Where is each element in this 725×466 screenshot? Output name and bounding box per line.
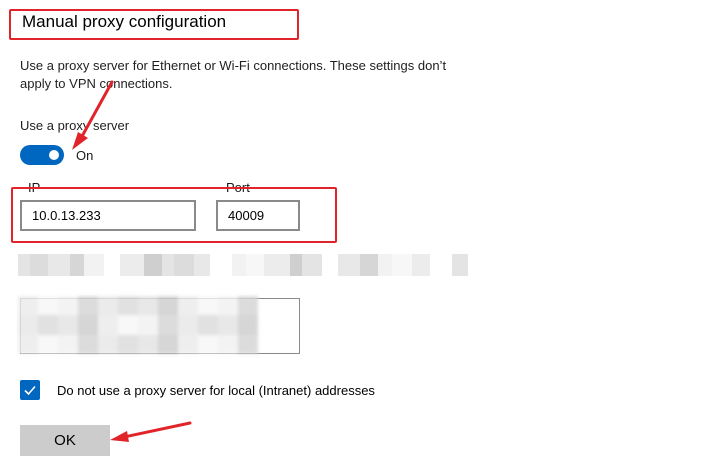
redaction-block <box>218 315 238 335</box>
redaction-block <box>98 315 118 335</box>
redacted-exceptions-label <box>18 254 474 276</box>
redaction-block <box>18 296 38 316</box>
redaction-block <box>392 254 412 276</box>
redaction-block <box>158 334 178 354</box>
proxy-toggle-state: On <box>76 148 94 163</box>
proxy-toggle-label: Use a proxy server <box>20 118 130 133</box>
redaction-block <box>238 315 258 335</box>
redaction-block <box>178 334 198 354</box>
redaction-block <box>58 315 78 335</box>
redaction-block <box>174 254 194 276</box>
redaction-block <box>138 296 158 316</box>
local-bypass-checkbox[interactable] <box>20 380 40 400</box>
redaction-block <box>238 296 258 316</box>
redaction-block <box>30 254 48 276</box>
redaction-block <box>198 296 218 316</box>
redaction-block <box>430 254 452 276</box>
redaction-block <box>48 254 70 276</box>
redaction-block <box>218 296 238 316</box>
redaction-block <box>378 254 392 276</box>
redaction-block <box>78 296 98 316</box>
redaction-block <box>38 334 58 354</box>
redaction-block <box>98 334 118 354</box>
redaction-block <box>162 254 174 276</box>
redaction-block <box>38 315 58 335</box>
redaction-block <box>178 315 198 335</box>
annotation-highlight-heading <box>9 9 299 40</box>
redaction-block <box>232 254 246 276</box>
redaction-block <box>78 315 98 335</box>
redaction-block <box>412 254 430 276</box>
redaction-block <box>18 334 38 354</box>
redaction-block <box>194 254 210 276</box>
redaction-block <box>198 334 218 354</box>
redaction-block <box>198 315 218 335</box>
redaction-block <box>98 296 118 316</box>
redaction-block <box>138 334 158 354</box>
red-arrow-icon <box>110 421 192 442</box>
proxy-toggle-switch[interactable] <box>20 145 64 165</box>
redaction-block <box>118 334 138 354</box>
redaction-block <box>302 254 322 276</box>
redaction-block <box>452 254 468 276</box>
redacted-exceptions-value <box>18 296 258 354</box>
redaction-block <box>210 254 232 276</box>
redaction-block <box>238 334 258 354</box>
redaction-block <box>78 334 98 354</box>
redaction-block <box>118 296 138 316</box>
checkmark-icon <box>24 385 36 396</box>
redaction-block <box>360 254 378 276</box>
redaction-block <box>322 254 338 276</box>
description-text: Use a proxy server for Ethernet or Wi-Fi… <box>20 58 447 91</box>
redaction-block <box>18 315 38 335</box>
annotation-highlight-fields <box>11 187 337 243</box>
redaction-block <box>70 254 84 276</box>
redaction-block <box>138 315 158 335</box>
redaction-block <box>158 315 178 335</box>
redaction-block <box>290 254 302 276</box>
redaction-block <box>58 296 78 316</box>
redaction-block <box>84 254 104 276</box>
redaction-block <box>144 254 162 276</box>
redaction-block <box>38 296 58 316</box>
redaction-block <box>218 334 238 354</box>
redaction-block <box>338 254 360 276</box>
redaction-block <box>18 254 30 276</box>
local-bypass-label: Do not use a proxy server for local (Int… <box>57 383 375 398</box>
redaction-block <box>246 254 264 276</box>
toggle-knob <box>49 150 59 160</box>
redaction-block <box>118 315 138 335</box>
redaction-block <box>120 254 144 276</box>
redaction-block <box>178 296 198 316</box>
redaction-block <box>104 254 120 276</box>
ok-button[interactable]: OK <box>20 425 110 456</box>
redaction-block <box>158 296 178 316</box>
redaction-block <box>58 334 78 354</box>
redaction-block <box>264 254 290 276</box>
